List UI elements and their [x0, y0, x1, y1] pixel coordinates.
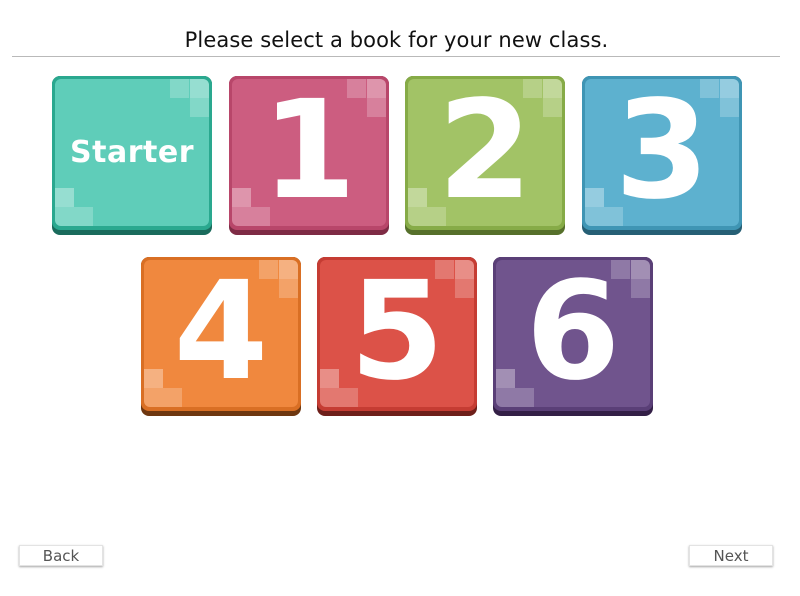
book-tile-label: Starter: [70, 134, 194, 170]
book-tile-starter[interactable]: Starter: [52, 76, 212, 235]
page-title: Please select a book for your new class.: [184, 28, 609, 52]
book-tile-label: 5: [349, 260, 445, 407]
tile-face: 2: [408, 79, 562, 226]
tile-face: Starter: [55, 79, 209, 226]
book-selection-page: Please select a book for your new class.…: [0, 0, 800, 596]
tile-face: 3: [585, 79, 739, 226]
back-button[interactable]: Back: [19, 545, 103, 566]
book-tile-2[interactable]: 2: [405, 76, 565, 235]
title-divider: [12, 56, 780, 57]
tile-face: 4: [144, 260, 298, 407]
book-tile-label: 3: [614, 79, 710, 226]
book-tile-label: 2: [437, 79, 533, 226]
book-tile-label: 4: [173, 260, 269, 407]
book-tile-4[interactable]: 4: [141, 257, 301, 416]
book-tile-label: 6: [525, 260, 621, 407]
tile-face: 5: [320, 260, 474, 407]
book-tile-3[interactable]: 3: [582, 76, 742, 235]
next-button[interactable]: Next: [689, 545, 773, 566]
tile-face: 1: [232, 79, 386, 226]
book-tile-1[interactable]: 1: [229, 76, 389, 235]
book-tile-5[interactable]: 5: [317, 257, 477, 416]
tile-face: 6: [496, 260, 650, 407]
book-tile-label: 1: [261, 79, 357, 226]
book-tile-6[interactable]: 6: [493, 257, 653, 416]
